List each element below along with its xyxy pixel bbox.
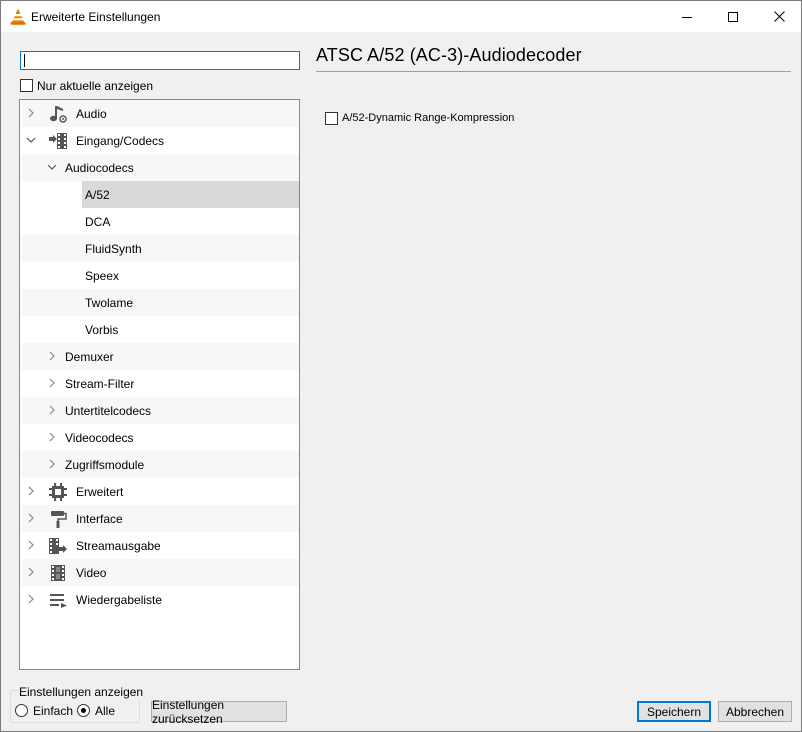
close-icon bbox=[773, 11, 785, 22]
only-current-label: Nur aktuelle anzeigen bbox=[37, 79, 154, 93]
playlist-icon bbox=[50, 594, 67, 608]
chevron-right-icon bbox=[49, 459, 55, 469]
chip-icon bbox=[49, 483, 67, 501]
radio-all[interactable] bbox=[77, 704, 90, 717]
tree-item-label: Audiocodecs bbox=[65, 161, 134, 175]
tree-item-untertitelcodecs[interactable]: Untertitelcodecs bbox=[21, 397, 299, 424]
search-input[interactable] bbox=[20, 51, 300, 70]
tree-item-audio[interactable]: Audio bbox=[21, 100, 299, 127]
tree-item-label: FluidSynth bbox=[85, 242, 142, 256]
chevron-right-icon bbox=[49, 432, 55, 442]
drc-checkbox[interactable] bbox=[325, 112, 338, 125]
drc-label: A/52-Dynamic Range-Kompression bbox=[342, 112, 515, 124]
tree-item-eingang-codecs[interactable]: Eingang/Codecs bbox=[21, 127, 299, 154]
tree-item-vorbis[interactable]: Vorbis bbox=[21, 316, 299, 343]
text-caret bbox=[24, 54, 25, 67]
chevron-right-icon bbox=[28, 594, 34, 604]
radio-dot bbox=[81, 708, 86, 713]
tree-item-label: Untertitelcodecs bbox=[65, 404, 152, 418]
chevron-right-icon bbox=[49, 405, 55, 415]
save-button[interactable]: Speichern bbox=[637, 701, 711, 722]
maximize-icon bbox=[728, 11, 738, 22]
tree-item-label: Speex bbox=[85, 269, 120, 283]
heading-divider bbox=[316, 71, 791, 72]
tree-item-label: Interface bbox=[76, 512, 123, 526]
tree-item-label: Audio bbox=[76, 107, 107, 121]
chevron-down-icon bbox=[26, 137, 36, 143]
tree-item-label: A/52 bbox=[85, 188, 110, 202]
maximize-button[interactable] bbox=[710, 1, 756, 32]
tree-item-video[interactable]: Video bbox=[21, 559, 299, 586]
title-bar: Erweiterte Einstellungen bbox=[1, 1, 801, 32]
chevron-right-icon bbox=[28, 513, 34, 523]
radio-simple[interactable] bbox=[15, 704, 28, 717]
stream-output-icon bbox=[49, 538, 67, 554]
tree-item-twolame[interactable]: Twolame bbox=[21, 289, 299, 316]
selection-highlight bbox=[82, 181, 299, 208]
tree-item-wiedergabeliste[interactable]: Wiedergabeliste bbox=[21, 586, 299, 613]
tree-item-speex[interactable]: Speex bbox=[21, 262, 299, 289]
tree-item-videocodecs[interactable]: Videocodecs bbox=[21, 424, 299, 451]
settings-window: Erweiterte Einstellungen Nur aktuelle an… bbox=[0, 0, 802, 732]
vlc-cone-icon bbox=[10, 8, 26, 25]
reset-settings-button[interactable]: Einstellungen zurücksetzen bbox=[151, 698, 287, 726]
music-note-icon bbox=[50, 106, 67, 123]
tree-item-demuxer[interactable]: Demuxer bbox=[21, 343, 299, 370]
minimize-icon bbox=[682, 16, 692, 18]
chevron-right-icon bbox=[28, 540, 34, 550]
tree-item-label: Eingang/Codecs bbox=[76, 134, 165, 148]
tree-item-label: Streamausgabe bbox=[76, 539, 161, 553]
page-title: ATSC A/52 (AC-3)-Audiodecoder bbox=[316, 45, 582, 65]
chevron-right-icon bbox=[28, 567, 34, 577]
tree-item-label: Twolame bbox=[85, 296, 134, 310]
tree-item-audiocodecs[interactable]: Audiocodecs bbox=[21, 154, 299, 181]
settings-tree[interactable]: Audio Eingang/Codecs Audiocodecs A/52 DC… bbox=[19, 99, 300, 670]
chevron-right-icon bbox=[28, 108, 34, 118]
tree-item-streamausgabe[interactable]: Streamausgabe bbox=[21, 532, 299, 559]
only-current-checkbox[interactable] bbox=[20, 79, 33, 92]
tree-item-label: Demuxer bbox=[65, 350, 114, 364]
tree-item-label: Video bbox=[76, 566, 107, 580]
film-icon bbox=[51, 565, 65, 581]
tree-item-label: DCA bbox=[85, 215, 111, 229]
tree-item-label: Stream-Filter bbox=[65, 377, 135, 391]
chevron-right-icon bbox=[49, 351, 55, 361]
tree-item-dca[interactable]: DCA bbox=[21, 208, 299, 235]
tree-item-fluidsynth[interactable]: FluidSynth bbox=[21, 235, 299, 262]
tree-item-erweitert[interactable]: Erweitert bbox=[21, 478, 299, 505]
tree-item-label: Erweitert bbox=[76, 485, 124, 499]
tree-item-label: Vorbis bbox=[85, 323, 119, 337]
radio-simple-label: Einfach bbox=[33, 704, 74, 718]
tree-item-label: Wiedergabeliste bbox=[76, 593, 163, 607]
cancel-button[interactable]: Abbrechen bbox=[718, 701, 792, 722]
tree-item-a52[interactable]: A/52 bbox=[21, 181, 299, 208]
tree-item-label: Zugriffsmodule bbox=[65, 458, 145, 472]
tree-item-label: Videocodecs bbox=[65, 431, 134, 445]
paint-roller-icon bbox=[51, 511, 67, 528]
window-title: Erweiterte Einstellungen bbox=[31, 10, 161, 24]
radio-all-label: Alle bbox=[95, 704, 116, 718]
minimize-button[interactable] bbox=[664, 1, 710, 32]
chevron-right-icon bbox=[49, 378, 55, 388]
tree-item-zugriffsmodule[interactable]: Zugriffsmodule bbox=[21, 451, 299, 478]
tree-item-interface[interactable]: Interface bbox=[21, 505, 299, 532]
show-settings-legend: Einstellungen anzeigen bbox=[18, 685, 145, 699]
chevron-down-icon bbox=[47, 164, 57, 170]
codec-film-icon bbox=[49, 133, 67, 149]
chevron-right-icon bbox=[28, 486, 34, 496]
tree-item-stream-filter[interactable]: Stream-Filter bbox=[21, 370, 299, 397]
close-button[interactable] bbox=[756, 1, 802, 32]
